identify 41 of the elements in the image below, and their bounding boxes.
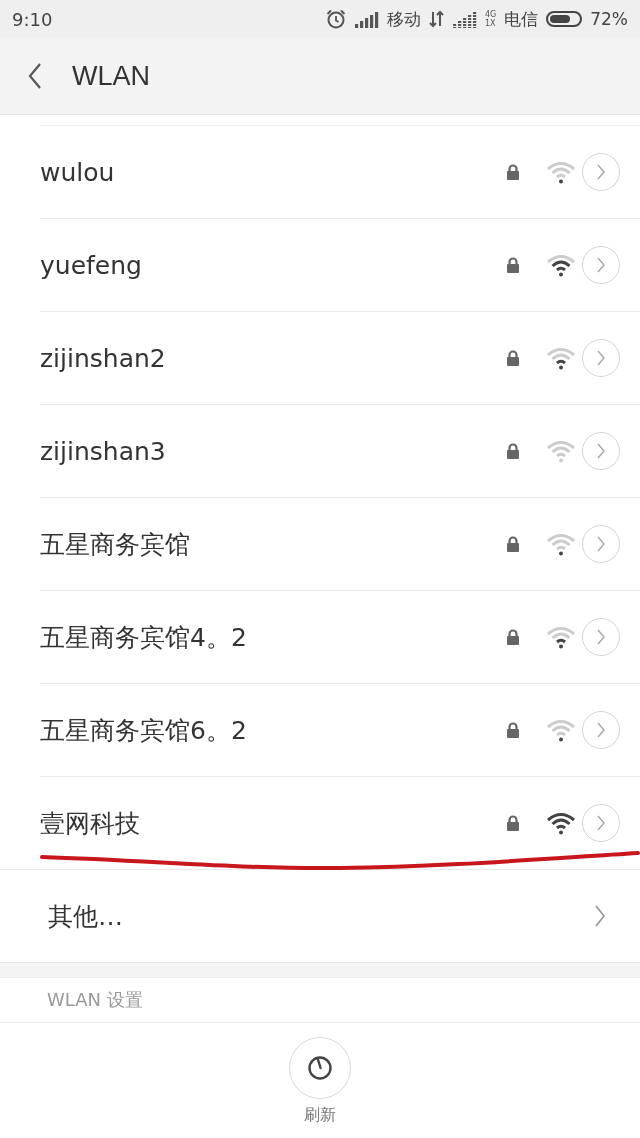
details-button[interactable] (582, 525, 620, 563)
network-item[interactable]: 五星商务宾馆6。2 (40, 683, 640, 776)
chevron-right-icon (596, 536, 606, 552)
details-button[interactable] (582, 153, 620, 191)
details-button[interactable] (582, 432, 620, 470)
network-item[interactable]: 壹网科技 (40, 776, 640, 869)
refresh-dial-icon (307, 1055, 333, 1081)
battery-icon (546, 11, 583, 27)
chevron-right-icon (596, 164, 606, 180)
battery-percent: 72% (590, 9, 628, 29)
carrier-name: 电信 (504, 7, 539, 31)
clock-time: 9:10 (12, 8, 53, 30)
carrier-name: 移动 (386, 7, 421, 31)
chevron-right-icon (596, 443, 606, 459)
details-button[interactable] (582, 339, 620, 377)
chevron-right-icon (596, 815, 606, 831)
network-type: 4G (484, 10, 497, 19)
refresh-label: 刷新 (304, 1105, 336, 1126)
section-header: WLAN 设置 (47, 988, 143, 1012)
chevron-right-icon (596, 350, 606, 366)
network-item[interactable]: wulou (40, 125, 640, 218)
network-item[interactable]: yuefeng (40, 218, 640, 311)
details-button[interactable] (582, 804, 620, 842)
network-item[interactable]: 五星商务宾馆4。2 (40, 590, 640, 683)
chevron-right-icon (596, 629, 606, 645)
chevron-right-icon (596, 722, 606, 738)
alarm-clock-icon (324, 8, 347, 30)
signal-bars-icon (452, 10, 477, 28)
page-title: WLAN (72, 60, 150, 92)
details-button[interactable] (582, 246, 620, 284)
network-item[interactable]: zijinshan2 (40, 311, 640, 404)
chevron-right-icon (596, 257, 606, 273)
details-button[interactable] (582, 618, 620, 656)
other-networks-item[interactable]: 其他… (0, 869, 640, 962)
network-item[interactable]: 五星商务宾馆 (40, 497, 640, 590)
network-item[interactable]: zijinshan3 (40, 404, 640, 497)
chevron-right-icon (594, 905, 606, 927)
network-type: 1X (484, 19, 497, 28)
details-button[interactable] (582, 711, 620, 749)
data-arrows-icon (428, 10, 445, 28)
signal-bars-icon (354, 10, 379, 28)
